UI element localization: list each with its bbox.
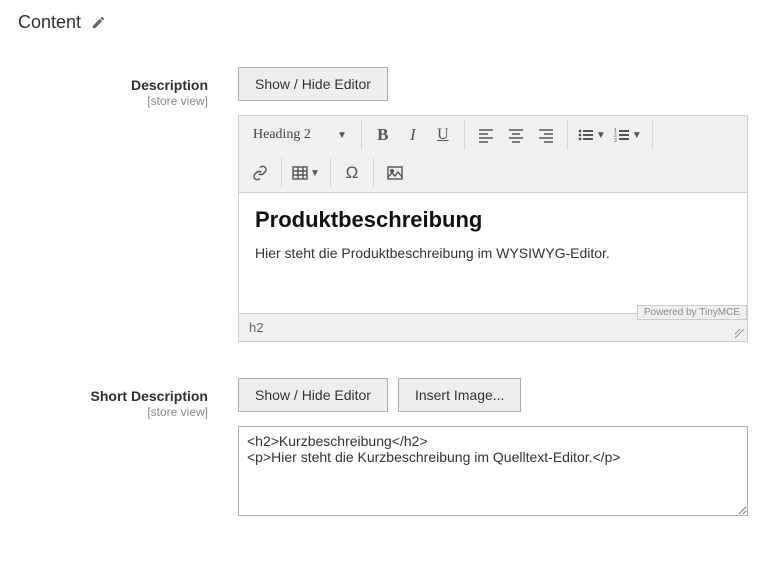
editor-toolbar: Heading 2 ▼ B I U bbox=[239, 116, 747, 193]
insert-image-button[interactable] bbox=[380, 159, 410, 187]
table-button[interactable]: ▼ bbox=[288, 159, 324, 187]
description-scope: [store view] bbox=[18, 94, 208, 108]
wysiwyg-editor: Heading 2 ▼ B I U bbox=[238, 115, 748, 342]
format-dropdown[interactable]: Heading 2 ▼ bbox=[245, 121, 355, 149]
align-left-button[interactable] bbox=[471, 121, 501, 149]
toggle-editor-button[interactable]: Show / Hide Editor bbox=[238, 378, 388, 412]
caret-down-icon: ▼ bbox=[310, 168, 320, 179]
content-paragraph: Hier steht die Produktbeschreibung im WY… bbox=[255, 245, 731, 261]
bullet-list-button[interactable]: ▼ bbox=[574, 121, 610, 149]
numbered-list-button[interactable]: 123 ▼ bbox=[610, 121, 646, 149]
align-right-button[interactable] bbox=[531, 121, 561, 149]
resize-handle[interactable] bbox=[735, 329, 745, 339]
short-description-label-col: Short Description [store view] bbox=[18, 378, 238, 419]
editor-content[interactable]: Produktbeschreibung Hier steht die Produ… bbox=[239, 193, 747, 313]
underline-button[interactable]: U bbox=[428, 121, 458, 149]
description-control: Show / Hide Editor Heading 2 ▼ B I U bbox=[238, 67, 748, 342]
caret-down-icon: ▼ bbox=[337, 130, 347, 141]
svg-text:3: 3 bbox=[614, 138, 617, 143]
short-description-textarea[interactable] bbox=[238, 426, 748, 516]
edit-icon[interactable] bbox=[91, 15, 106, 30]
caret-down-icon: ▼ bbox=[632, 130, 642, 141]
caret-down-icon: ▼ bbox=[596, 130, 606, 141]
description-field: Description [store view] Show / Hide Edi… bbox=[18, 67, 748, 342]
short-description-field: Short Description [store view] Show / Hi… bbox=[18, 378, 748, 519]
short-description-label: Short Description bbox=[18, 388, 208, 404]
short-description-control: Show / Hide Editor Insert Image... bbox=[238, 378, 748, 519]
short-description-scope: [store view] bbox=[18, 405, 208, 419]
powered-by-link[interactable]: Powered by TinyMCE bbox=[637, 305, 747, 320]
link-button[interactable] bbox=[245, 159, 275, 187]
bold-button[interactable]: B bbox=[368, 121, 398, 149]
section-header: Content bbox=[18, 12, 748, 33]
italic-button[interactable]: I bbox=[398, 121, 428, 149]
editor-statusbar: Powered by TinyMCE h2 bbox=[239, 313, 747, 341]
toggle-editor-button[interactable]: Show / Hide Editor bbox=[238, 67, 388, 101]
format-dropdown-label: Heading 2 bbox=[253, 127, 311, 143]
description-label: Description bbox=[18, 77, 208, 93]
special-character-button[interactable]: Ω bbox=[337, 159, 367, 187]
element-path[interactable]: h2 bbox=[249, 320, 263, 335]
insert-image-button[interactable]: Insert Image... bbox=[398, 378, 521, 412]
align-center-button[interactable] bbox=[501, 121, 531, 149]
content-heading: Produktbeschreibung bbox=[255, 207, 731, 233]
section-title: Content bbox=[18, 12, 81, 33]
description-label-col: Description [store view] bbox=[18, 67, 238, 108]
